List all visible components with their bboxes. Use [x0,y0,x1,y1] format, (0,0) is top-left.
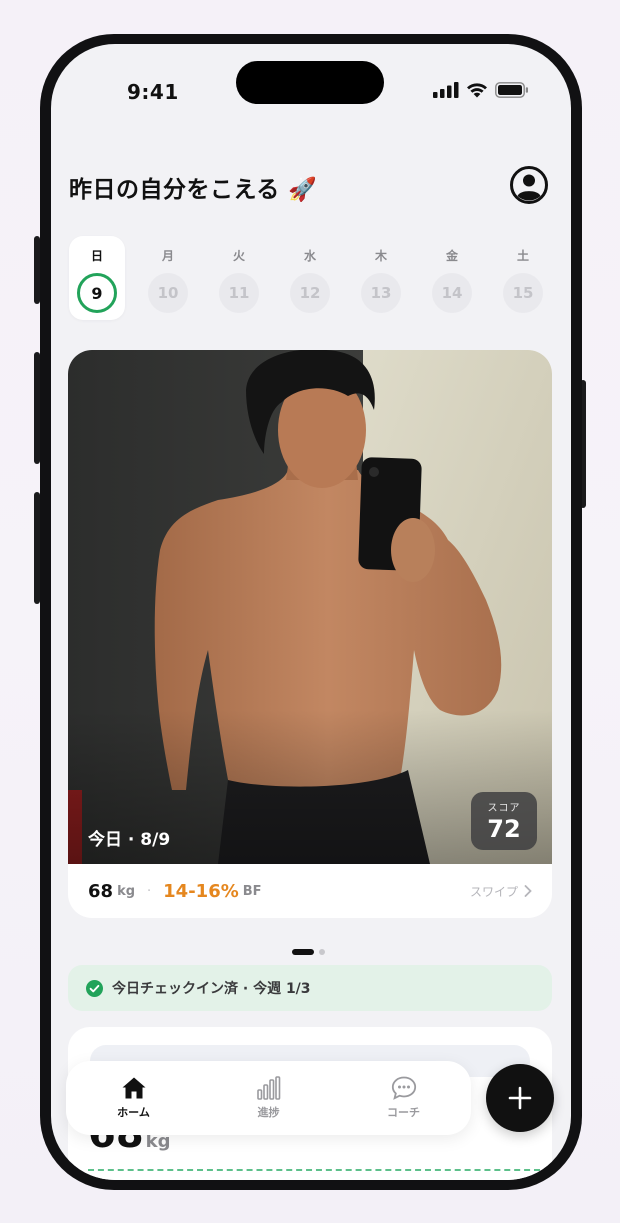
chat-icon [391,1076,416,1100]
day-label: 木 [374,249,387,263]
status-time: 9:41 [127,80,179,104]
day-label: 水 [303,249,316,263]
day-date: 11 [219,273,259,313]
chevron-right-icon [524,885,532,897]
progress-photo[interactable] [68,350,552,864]
day-date: 13 [361,273,401,313]
day-date: 9 [77,273,117,313]
tab-home[interactable]: ホーム [79,1076,189,1120]
progress-photo-card[interactable]: 今日 · 8/9 スコア 72 68 kg · 14-16% BF スワイプ [68,350,552,918]
day-date: 15 [503,273,543,313]
day-date: 12 [290,273,330,313]
day-thu[interactable]: 木 13 [353,236,409,320]
stats-row: 68 kg · 14-16% BF スワイプ [68,864,552,918]
day-fri[interactable]: 金 14 [424,236,480,320]
swipe-label: スワイプ [469,884,518,899]
day-mon[interactable]: 月 10 [140,236,196,320]
dynamic-island [236,61,384,104]
signal-icon [433,82,459,98]
status-icons [433,82,529,98]
stats-separator: · [147,883,152,899]
day-label: 金 [445,249,458,263]
tab-coach[interactable]: コーチ [349,1076,459,1120]
score-label: スコア [487,803,521,814]
tab-bar: ホーム 進捗 コーチ [66,1061,471,1135]
page-dot-active [292,949,314,955]
day-wed[interactable]: 水 12 [282,236,338,320]
day-label: 土 [516,249,529,263]
tab-progress[interactable]: 進捗 [214,1076,324,1120]
day-date: 10 [148,273,188,313]
day-tue[interactable]: 火 11 [211,236,267,320]
page-title: 昨日の自分をこえる 🚀 [69,177,318,203]
app-screen: 9:41 昨日の自分をこえる 🚀 日 9 月 10 火 11 水 12 木 13… [51,44,571,1180]
user-icon [510,166,548,204]
checkin-banner: 今日チェックイン済 · 今週 1/3 [68,965,552,1011]
score-value: 72 [487,815,521,843]
chart-icon [256,1076,280,1100]
tab-label: 進捗 [257,1106,280,1119]
tab-label: ホーム [117,1106,150,1119]
day-label: 日 [90,249,103,263]
tab-label: コーチ [387,1106,420,1119]
goal-line [88,1169,540,1171]
day-label: 火 [232,249,245,263]
photo-date-label: 今日 · 8/9 [88,830,171,850]
weight-value: 68 [88,880,114,902]
day-label: 月 [161,249,174,263]
page-dot [319,949,325,955]
phone-frame: 9:41 昨日の自分をこえる 🚀 日 9 月 10 火 11 水 12 木 13… [40,34,582,1190]
plus-icon [508,1086,532,1110]
profile-button[interactable] [509,165,549,205]
week-selector: 日 9 月 10 火 11 水 12 木 13 金 14 土 15 [69,236,553,324]
wifi-icon [467,83,487,98]
checkin-text: 今日チェックイン済 · 今週 1/3 [112,981,311,997]
score-badge: スコア 72 [471,792,537,850]
home-icon [122,1077,145,1099]
day-date: 14 [432,273,472,313]
weight-unit: kg [117,883,136,899]
day-sun[interactable]: 日 9 [69,236,125,320]
swipe-hint[interactable]: スワイプ [470,883,532,900]
page-indicator[interactable] [292,949,325,955]
day-sat[interactable]: 土 15 [495,236,551,320]
battery-icon [495,82,528,98]
check-circle-icon [86,979,103,997]
bodyfat-unit: BF [242,883,262,899]
bodyfat-value: 14-16% [163,880,239,902]
add-button[interactable] [486,1064,554,1132]
